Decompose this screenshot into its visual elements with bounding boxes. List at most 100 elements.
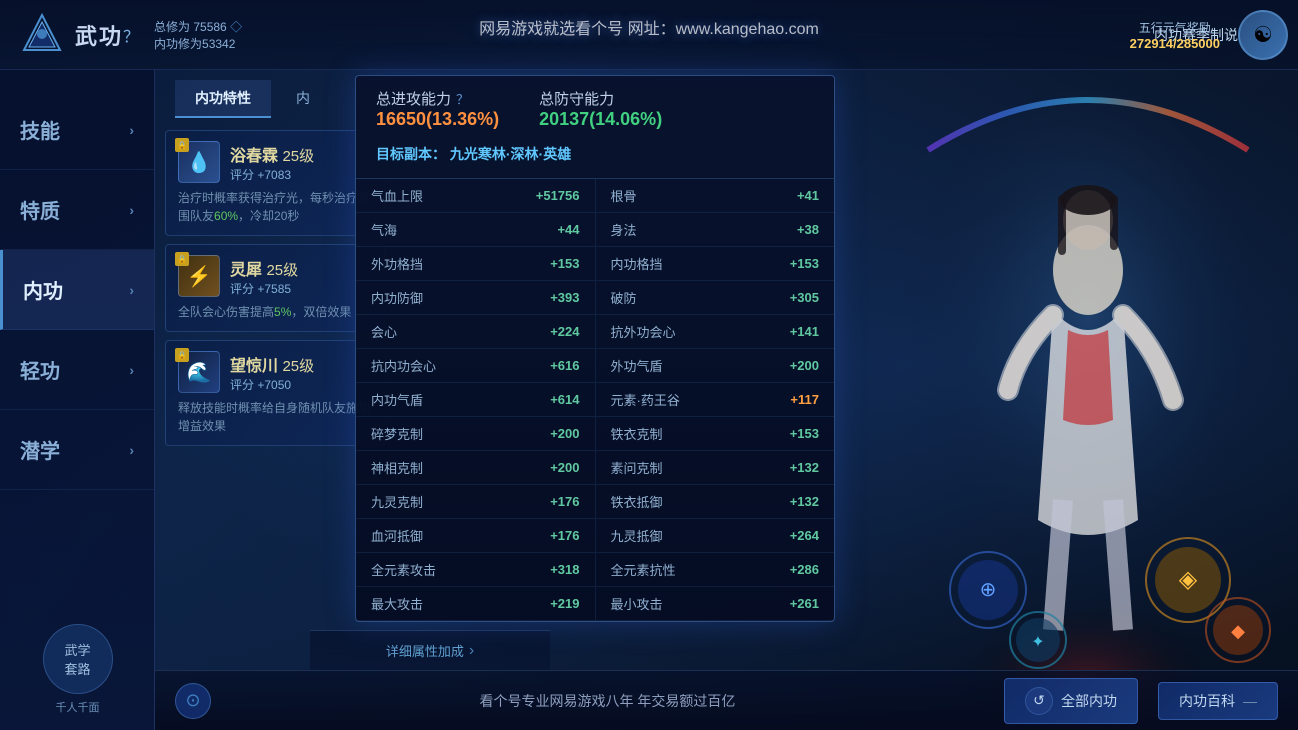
stats-cell-quanyuansu-atk: 全元素攻击 +318	[356, 553, 596, 586]
stat-val-gengu: +41	[797, 188, 819, 203]
stat-val-qixue: +51756	[536, 188, 580, 203]
top-stats: 总修为 75586 ◇ 内功修为53342	[154, 18, 242, 52]
skill-1-header: 🔒 💧 浴春霖 25级 评分 +7083	[178, 141, 372, 183]
skill-3-desc: 释放技能时概率给自身随机队友施加增益效果	[178, 399, 372, 435]
stats-cell-shenxiang: 神相克制 +200	[356, 451, 596, 484]
attr-add-label: 详细属性加成	[386, 641, 464, 660]
stats-row-6: 抗内功会心 +616 外功气盾 +200	[356, 349, 834, 383]
stats-cell-qixueshangxian: 气血上限 +51756	[356, 179, 596, 212]
sidebar-nav: 技能 › 特质 › 内功 › 轻功 › 潜学 ›	[0, 70, 154, 490]
sidebar-neigong-label: 内功	[23, 275, 63, 304]
skill-2-info: 灵犀 25级 评分 +7585	[230, 256, 298, 297]
all-neigong-button[interactable]: ↺ 全部内功	[1004, 678, 1138, 724]
stats-cell-neigongfangyu: 内功防御 +393	[356, 281, 596, 314]
attack-defense-row: 总进攻能力 ？ 16650(13.36%) 总防守能力 20137(14.06%…	[376, 88, 814, 130]
character-area: ⊕ ✦ ◈ ◆	[878, 70, 1298, 730]
sidebar-jinou-arrow: ›	[129, 122, 134, 138]
top-bar: 武功 ？ 总修为 75586 ◇ 内功修为53342 网易游戏就选看个号 网址：…	[0, 0, 1298, 70]
neigong-wiki-label: 内功百科	[1179, 691, 1235, 711]
sidebar-item-neigong[interactable]: 内功 ›	[0, 250, 154, 330]
sidebar-tezhi-label: 特质	[20, 195, 60, 224]
rewards-icon: ☯	[1238, 10, 1288, 60]
skill-item-lingxi[interactable]: 🔒 ⚡ 灵犀 25级 评分 +7585 全队会心伤害提高5%，双倍效果	[165, 244, 385, 332]
skill-1-name: 浴春霖 25级	[230, 142, 314, 166]
defense-label: 总防守能力	[539, 88, 662, 109]
neigong-wiki-button[interactable]: 内功百科 —	[1158, 682, 1278, 720]
total-power-stat: 总修为 75586 ◇	[154, 18, 242, 35]
stats-cell-shenfa: 身法 +38	[596, 213, 835, 246]
popup-header: 总进攻能力 ？ 16650(13.36%) 总防守能力 20137(14.06%…	[356, 76, 834, 179]
attr-add-bar[interactable]: 详细属性加成 ›	[310, 630, 550, 670]
stats-cell-pofang: 破防 +305	[596, 281, 835, 314]
svg-text:✦: ✦	[1031, 634, 1044, 651]
all-neigong-icon: ↺	[1025, 687, 1053, 715]
sidebar-item-qinggong[interactable]: 轻功 ›	[0, 330, 154, 410]
stats-cell-xuehe: 血河抵御 +176	[356, 519, 596, 552]
inner-power-stat: 内功修为53342	[154, 35, 242, 52]
page-title: 武功	[75, 19, 123, 51]
sidebar-jinou-label: 技能	[20, 115, 60, 144]
skill-3-info: 望惊川 25级 评分 +7050	[230, 352, 314, 393]
skill-1-icon: 🔒 💧	[178, 141, 220, 183]
wuxue-label1: 武学	[64, 640, 90, 659]
skill-2-name: 灵犀 25级	[230, 256, 298, 280]
rewards-value: 272914/285000	[1130, 36, 1220, 51]
sidebar-item-jinou[interactable]: 技能 ›	[0, 90, 154, 170]
stats-cell-yuansu: 元素·药王谷 +117	[596, 383, 835, 416]
attack-group: 总进攻能力 ？ 16650(13.36%)	[376, 88, 499, 130]
stats-cell-max-atk: 最大攻击 +219	[356, 587, 596, 620]
target-dungeon: 目标副本： 九光寒林·深林·英雄	[376, 138, 814, 170]
skill-2-header: 🔒 ⚡ 灵犀 25级 评分 +7585	[178, 255, 372, 297]
stats-cell-tieyi: 铁衣克制 +153	[596, 417, 835, 450]
attack-label: 总进攻能力 ？	[376, 88, 499, 109]
stats-cell-waigongqidun: 外功气盾 +200	[596, 349, 835, 382]
logo-icon	[20, 12, 65, 57]
character-svg: ⊕ ✦ ◈ ◆	[878, 70, 1298, 730]
tab-neigong-teixng[interactable]: 内功特性	[175, 80, 271, 118]
defense-value: 20137(14.06%)	[539, 109, 662, 130]
stats-cell-min-atk: 最小攻击 +261	[596, 587, 835, 620]
watermark-text: 网易游戏就选看个号 网址：www.kangehao.com	[479, 15, 819, 39]
attack-question-icon: ？	[456, 89, 469, 108]
bottom-bar: ⊙ 看个号专业网易游戏八年 年交易额过百亿 ↺ 全部内功 内功百科 —	[155, 670, 1298, 730]
tab-second[interactable]: 内	[276, 80, 330, 118]
sidebar-bottom: 武学 套路 千人千面	[0, 609, 155, 730]
stats-row-5: 会心 +224 抗外功会心 +141	[356, 315, 834, 349]
stats-cell-jiuling-diyu: 九灵抵御 +264	[596, 519, 835, 552]
stats-row-2: 气海 +44 身法 +38	[356, 213, 834, 247]
all-neigong-label: 全部内功	[1061, 691, 1117, 711]
neigong-wiki-arrow: —	[1243, 693, 1257, 709]
stats-row-3: 外功格挡 +153 内功格挡 +153	[356, 247, 834, 281]
skill-2-desc: 全队会心伤害提高5%，双倍效果	[178, 303, 372, 321]
stat-name-gengu: 根骨	[611, 186, 637, 205]
wuxue-badge[interactable]: 武学 套路	[43, 624, 113, 694]
stats-cell-suwen: 素问克制 +132	[596, 451, 835, 484]
stats-cell-neigonggedang: 内功格挡 +153	[596, 247, 835, 280]
sidebar-item-qianxue[interactable]: 潜学 ›	[0, 410, 154, 490]
sidebar-qinggong-arrow: ›	[129, 362, 134, 378]
stats-table: 气血上限 +51756 根骨 +41 气海 +44 身法 +38	[356, 179, 834, 621]
skill-1-score: 评分 +7083	[230, 166, 314, 183]
stats-row-13: 最大攻击 +219 最小攻击 +261	[356, 587, 834, 621]
skill-3-icon: 🔒 🌊	[178, 351, 220, 393]
skill-item-yuchunlin[interactable]: 🔒 💧 浴春霖 25级 评分 +7083 治疗时概率获得治疗光，每秒治疗周围队友…	[165, 130, 385, 236]
sidebar-qinggong-label: 轻功	[20, 355, 60, 384]
svg-text:⊕: ⊕	[980, 579, 997, 601]
skill-1-info: 浴春霖 25级 评分 +7083	[230, 142, 314, 183]
stats-cell-suimeng: 碎梦克制 +200	[356, 417, 596, 450]
attack-value: 16650(13.36%)	[376, 109, 499, 130]
wuxue-sub-label: 千人千面	[15, 699, 140, 715]
skill-2-score: 评分 +7585	[230, 280, 298, 297]
sidebar-item-tezhi[interactable]: 特质 ›	[0, 170, 154, 250]
svg-text:◆: ◆	[1231, 621, 1245, 641]
stats-row-7: 内功气盾 +614 元素·药王谷 +117	[356, 383, 834, 417]
wuxue-label2: 套路	[64, 659, 90, 678]
title-question-icon[interactable]: ？	[123, 23, 139, 47]
sidebar-qianxue-arrow: ›	[129, 442, 134, 458]
attr-add-arrow: ›	[469, 642, 474, 660]
stats-row-4: 内功防御 +393 破防 +305	[356, 281, 834, 315]
defense-group: 总防守能力 20137(14.06%)	[539, 88, 662, 130]
lock-icon-2: 🔒	[175, 252, 189, 266]
skill-item-wangjingchuan[interactable]: 🔒 🌊 望惊川 25级 评分 +7050 释放技能时概率给自身随机队友施加增益效…	[165, 340, 385, 446]
stats-row-8: 碎梦克制 +200 铁衣克制 +153	[356, 417, 834, 451]
